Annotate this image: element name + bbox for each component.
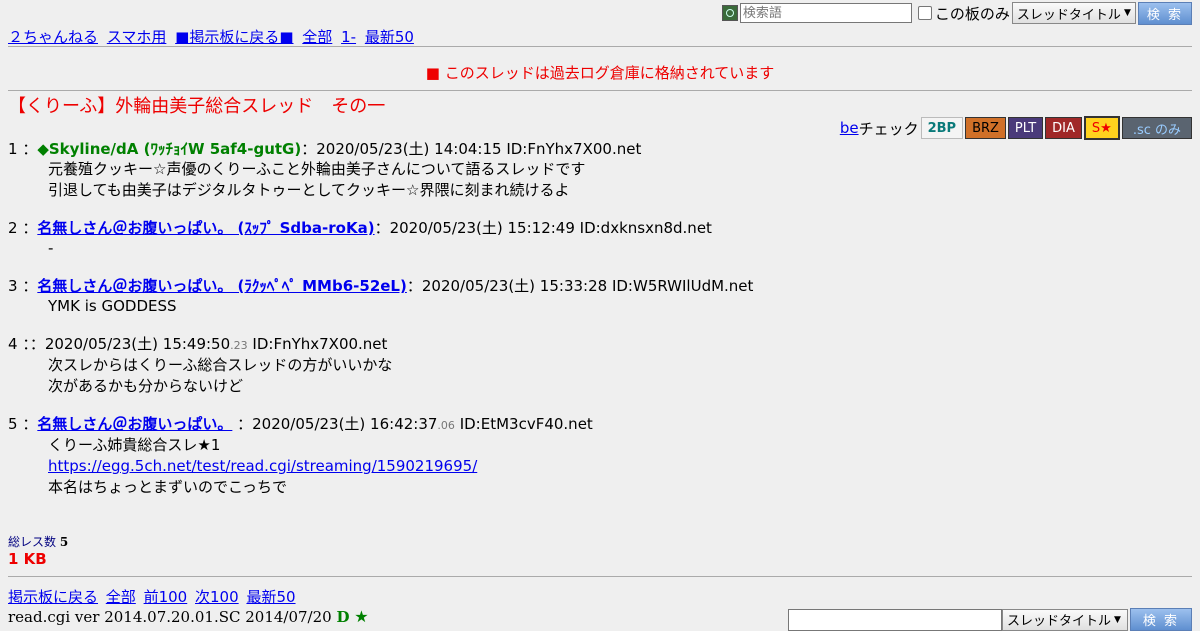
post-body: 次スレからはくりーふ総合スレッドの方がいいかな 次があるかも分からないけど xyxy=(48,355,1192,397)
chevron-down-icon: ▼ xyxy=(1114,614,1121,625)
post: 2 ：名無しさん＠お腹いっぱい。 (ｽｯﾌﾟ Sdba-roKa)：2020/0… xyxy=(8,219,1192,259)
post-author-link[interactable]: 名無しさん＠お腹いっぱい。 (ｽｯﾌﾟ Sdba-roKa) xyxy=(37,219,374,237)
nav-back-to-board[interactable]: 掲示板に戻る xyxy=(8,588,98,606)
nav-smartphone[interactable]: スマホ用 xyxy=(107,28,167,46)
nav-2ch[interactable]: ２ちゃんねる xyxy=(8,28,98,46)
nav-next100[interactable]: 次100 xyxy=(195,588,239,606)
total-label: 総レス数 xyxy=(8,535,57,549)
post-line: 次があるかも分からないけど xyxy=(48,377,244,395)
divider xyxy=(8,90,1192,91)
post-id: ID:W5RWIlUdM.net xyxy=(611,277,754,295)
post-header: 2 ：名無しさん＠お腹いっぱい。 (ｽｯﾌﾟ Sdba-roKa)：2020/0… xyxy=(8,219,712,237)
nav-latest50[interactable]: 最新50 xyxy=(365,28,414,46)
post-date: 2020/05/23(土) 16:42:37 xyxy=(252,415,438,433)
nav-back-to-board[interactable]: ■掲示板に戻る■ xyxy=(175,28,293,46)
post-line: - xyxy=(48,239,54,257)
post: 1 ：◆Skyline/dA (ﾜｯﾁｮｲW 5af4-gutG)：2020/0… xyxy=(8,140,1192,201)
divider xyxy=(8,46,1192,47)
post-body: 元養殖クッキー☆声優のくりーふこと外輪由美子さんについて語るスレッドです 引退し… xyxy=(48,159,1192,201)
nav-latest50[interactable]: 最新50 xyxy=(246,588,295,606)
badge-plt[interactable]: PLT xyxy=(1007,117,1044,139)
version-info: read.cgi ver 2014.07.20.01.SC 2014/07/20… xyxy=(8,607,369,626)
post-header: 4 ：：2020/05/23(土) 15:49:50.23 ID:FnYhx7X… xyxy=(8,335,388,353)
board-only-label: この板のみ xyxy=(934,4,1010,23)
nav-all[interactable]: 全部 xyxy=(106,588,136,606)
post-msec: .06 xyxy=(437,419,455,432)
nav-prev100[interactable]: 前100 xyxy=(144,588,188,606)
post-id: ID:FnYhx7X00.net xyxy=(252,335,388,353)
top-nav: ２ちゃんねる スマホ用 ■掲示板に戻る■ 全部 1- 最新50 xyxy=(8,26,418,47)
post-url-link[interactable]: https://egg.5ch.net/test/read.cgi/stream… xyxy=(48,457,477,475)
post-number[interactable]: 5 xyxy=(8,415,18,433)
bottom-nav: 掲示板に戻る 全部 前100 次100 最新50 xyxy=(8,586,299,607)
post-header: 3 ：名無しさん＠お腹いっぱい。 (ﾗｸｯﾍﾟﾍﾟ MMb6-52eL)：202… xyxy=(8,277,754,295)
badge-2bp[interactable]: 2BP xyxy=(920,117,964,139)
thread-size: 1 KB xyxy=(8,550,47,568)
post: 5 ：名無しさん＠お腹いっぱい。 ：2020/05/23(土) 16:42:37… xyxy=(8,415,1192,498)
post-msec: .23 xyxy=(230,339,248,352)
post-date: 2020/05/23(土) 15:49:50 xyxy=(44,335,231,353)
post-author-link[interactable]: 名無しさん＠お腹いっぱい。 xyxy=(37,415,232,433)
chevron-down-icon: ▼ xyxy=(1123,8,1131,18)
badge-dia[interactable]: DIA xyxy=(1045,117,1082,139)
post-date: 2020/05/23(土) 15:33:28 xyxy=(421,277,608,295)
version-d-mark: D xyxy=(336,608,350,626)
badge-s-star[interactable]: S★ xyxy=(1083,116,1120,140)
post-author-link[interactable]: 名無しさん＠お腹いっぱい。 (ﾗｸｯﾍﾟﾍﾟ MMb6-52eL) xyxy=(37,277,407,295)
post-id: ID:EtM3cvF40.net xyxy=(459,415,593,433)
post-author: ◆Skyline/dA (ﾜｯﾁｮｲW 5af4-gutG) xyxy=(37,140,302,158)
post-id: ID:dxknsxn8d.net xyxy=(579,219,712,237)
version-text: read.cgi ver 2014.07.20.01.SC 2014/07/20 xyxy=(8,608,332,626)
bottom-search-bar: スレッドタイトル ▼ 検 索 xyxy=(788,608,1192,631)
post-id: ID:FnYhx7X00.net xyxy=(506,140,642,158)
badge-sc-only[interactable]: .sc のみ xyxy=(1121,117,1192,139)
post-list: 1 ：◆Skyline/dA (ﾜｯﾁｮｲW 5af4-gutG)：2020/0… xyxy=(8,140,1192,516)
search-button[interactable]: 検 索 xyxy=(1137,1,1192,25)
post-line: 元養殖クッキー☆声優のくりーふこと外輪由美子さんについて語るスレッドです xyxy=(48,160,586,178)
board-only-checkbox[interactable] xyxy=(917,6,932,20)
post-line: くりーふ姉貴総合スレ★1 xyxy=(48,436,221,454)
post-body: YMK is GODDESS xyxy=(48,296,1192,317)
bottom-search-scope-value: スレッドタイトル xyxy=(1007,614,1112,629)
bottom-search-input[interactable] xyxy=(788,608,1002,631)
thread-title: 【くりーふ】外輪由美子総合スレッド その一 xyxy=(8,96,386,117)
total-count: 5 xyxy=(59,535,69,549)
be-check-bar: be チェック 2BP BRZ PLT DIA S★ .sc のみ xyxy=(840,116,1192,140)
nav-first[interactable]: 1- xyxy=(341,28,356,46)
be-check-label: チェック xyxy=(858,119,919,138)
search-icon[interactable] xyxy=(721,5,738,21)
post-number[interactable]: 4 xyxy=(8,335,18,353)
search-scope-value: スレッドタイトル xyxy=(1016,7,1121,23)
bottom-search-scope-select[interactable]: スレッドタイトル ▼ xyxy=(1002,608,1128,631)
archive-notice: ■ このスレッドは過去ログ倉庫に格納されています xyxy=(425,64,775,82)
post-line: 次スレからはくりーふ総合スレッドの方がいいかな xyxy=(48,356,393,374)
post-body: くりーふ姉貴総合スレ★1 https://egg.5ch.net/test/re… xyxy=(48,435,1192,498)
post-line: 本名はちょっとまずいのでこっちで xyxy=(48,478,287,496)
post-number[interactable]: 1 xyxy=(8,140,18,158)
post-number[interactable]: 2 xyxy=(8,219,18,237)
search-input[interactable] xyxy=(739,3,912,23)
star-icon: ★ xyxy=(354,607,369,626)
post-number[interactable]: 3 xyxy=(8,277,18,295)
post-date: 2020/05/23(土) 15:12:49 xyxy=(389,219,575,237)
total-replies: 総レス数 5 xyxy=(8,533,68,550)
post-date: 2020/05/23(土) 14:04:15 xyxy=(316,140,502,158)
be-link[interactable]: be xyxy=(840,119,859,137)
post-body: - xyxy=(48,238,1192,259)
nav-all[interactable]: 全部 xyxy=(302,28,332,46)
post-header: 5 ：名無しさん＠お腹いっぱい。 ：2020/05/23(土) 16:42:37… xyxy=(8,415,593,433)
badge-brz[interactable]: BRZ xyxy=(965,117,1006,139)
top-search-bar: この板のみ スレッドタイトル▼ 検 索 xyxy=(721,1,1192,25)
search-scope-select[interactable]: スレッドタイトル ▼ xyxy=(1011,2,1136,24)
post: 4 ：：2020/05/23(土) 15:49:50.23 ID:FnYhx7X… xyxy=(8,335,1192,397)
post-line: 引退しても由美子はデジタルタトゥーとしてクッキー☆界隈に刻まれ続けるよ xyxy=(48,181,570,199)
divider xyxy=(8,576,1192,577)
bottom-search-button[interactable]: 検 索 xyxy=(1130,608,1192,631)
post: 3 ：名無しさん＠お腹いっぱい。 (ﾗｸｯﾍﾟﾍﾟ MMb6-52eL)：202… xyxy=(8,277,1192,317)
post-header: 1 ：◆Skyline/dA (ﾜｯﾁｮｲW 5af4-gutG)：2020/0… xyxy=(8,140,642,158)
post-line: YMK is GODDESS xyxy=(48,297,177,315)
